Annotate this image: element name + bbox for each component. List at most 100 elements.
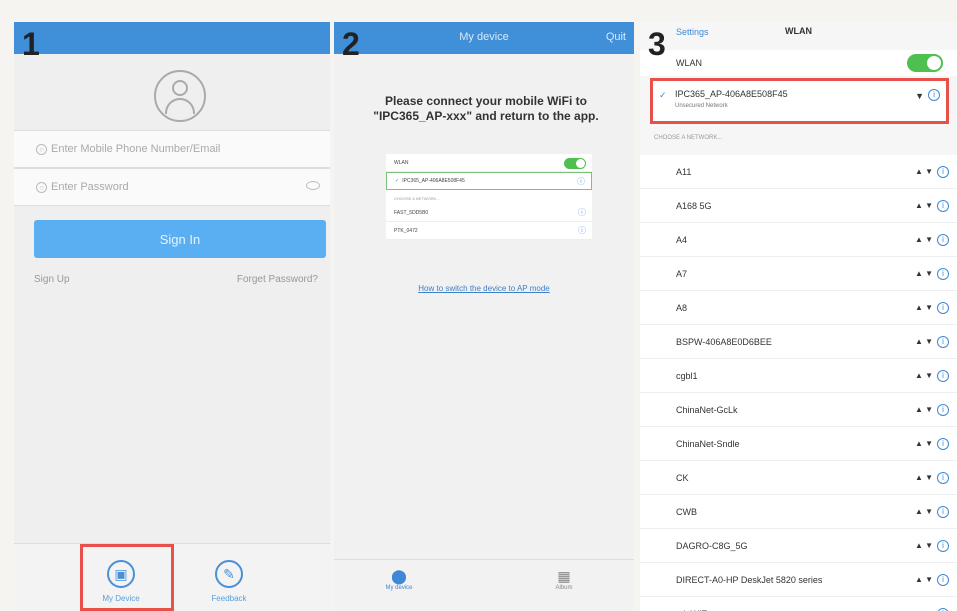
info-icon[interactable]: i: [937, 234, 949, 246]
step-2-number: 2: [342, 26, 360, 62]
network-row[interactable]: DIRECT-A0-HP DeskJet 5820 series ▲ ▼ i: [640, 563, 957, 597]
ap-mode-help-link[interactable]: How to switch the device to AP mode: [334, 284, 634, 293]
info-icon[interactable]: i: [937, 506, 949, 518]
network-row[interactable]: A4 ▲ ▼ i: [640, 223, 957, 257]
lock-wifi-signal-icon: ▲ ▼: [914, 507, 933, 516]
mini-network-name: FAST_5DD5B0: [394, 209, 429, 216]
tab-my-device[interactable]: ⬤ My device: [369, 568, 429, 591]
info-icon[interactable]: i: [937, 166, 949, 178]
network-name: A7: [676, 269, 688, 279]
network-name: DAGRO-C8G_5G: [676, 541, 748, 551]
network-row[interactable]: cgbl1 ▲ ▼ i: [640, 359, 957, 393]
tab-feedback[interactable]: ✎ Feedback: [184, 545, 274, 607]
mini-info-icon: ⓘ: [578, 226, 586, 235]
info-icon[interactable]: i: [937, 302, 949, 314]
network-row[interactable]: BSPW-406A8E0D6BEE ▲ ▼ i: [640, 325, 957, 359]
avatar-icon: [154, 70, 206, 122]
network-row[interactable]: CWB ▲ ▼ i: [640, 495, 957, 529]
mini-wlan-toggle: [564, 158, 586, 169]
network-row[interactable]: A168 5G ▲ ▼ i: [640, 189, 957, 223]
wlan-toggle[interactable]: [907, 54, 943, 72]
network-name: A168 5G: [676, 201, 712, 211]
network-name: CK: [676, 473, 689, 483]
network-list: A11 ▲ ▼ i A168 5G ▲ ▼ i A4 ▲ ▼ i A7 ▲ ▼ i A8 ▲ ▼ i BSPW…: [640, 155, 957, 611]
forgot-password-link[interactable]: Forget Password?: [237, 274, 318, 285]
check-icon: ✓: [659, 90, 667, 100]
lock-wifi-signal-icon: ▲ ▼: [915, 597, 933, 611]
phone-email-placeholder: Enter Mobile Phone Number/Email: [51, 143, 221, 155]
network-name: ChinaNet-GcLk: [676, 405, 738, 415]
login-links: Sign Up Forget Password?: [34, 274, 318, 285]
info-icon[interactable]: i: [937, 438, 949, 450]
wlan-nav-title: WLAN: [785, 26, 812, 36]
tab-album[interactable]: ▦ Album: [534, 568, 594, 591]
info-icon[interactable]: i: [937, 472, 949, 484]
mini-wlan-row: WLAN: [386, 154, 592, 172]
connect-nav-title: My device: [459, 31, 509, 43]
wifi-signal-icon: ▼: [915, 91, 924, 101]
lock-wifi-signal-icon: ▲ ▼: [914, 201, 933, 210]
mini-info-icon: ⓘ: [578, 208, 586, 217]
info-icon[interactable]: i: [937, 268, 949, 280]
login-header-bar: [14, 22, 330, 54]
tutorial-screenshot: ○ Enter Mobile Phone Number/Email ○ Ente…: [0, 0, 957, 611]
connect-instruction: Please connect your mobile WiFi to "IPC3…: [373, 94, 599, 123]
lock-icon: ○: [36, 181, 47, 193]
network-name: A4: [676, 235, 688, 245]
sign-up-link[interactable]: Sign Up: [34, 274, 70, 285]
network-row[interactable]: A11 ▲ ▼ i: [640, 155, 957, 189]
info-icon[interactable]: i: [937, 574, 949, 586]
lock-wifi-signal-icon: ▲ ▼: [914, 337, 933, 346]
password-placeholder: Enter Password: [51, 181, 129, 193]
album-icon: ▦: [557, 568, 571, 584]
network-row[interactable]: CK ▲ ▼ i: [640, 461, 957, 495]
phone-email-field[interactable]: ○ Enter Mobile Phone Number/Email: [14, 130, 330, 168]
info-icon[interactable]: i: [937, 404, 949, 416]
info-icon[interactable]: i: [937, 200, 949, 212]
network-row[interactable]: A8 ▲ ▼ i: [640, 291, 957, 325]
wlan-toggle-row: WLAN: [640, 50, 957, 76]
mini-choose-header: CHOOSE A NETWORK...: [394, 196, 440, 201]
network-row[interactable]: DAGRO-C8G_5G ▲ ▼ i: [640, 529, 957, 563]
network-row[interactable]: A7 ▲ ▼ i: [640, 257, 957, 291]
network-row[interactable]: cdoWIT▲ ▼i: [640, 597, 957, 611]
quit-button[interactable]: Quit: [606, 31, 626, 43]
pencil-icon: ✎: [215, 560, 243, 588]
connect-nav-bar: My device Quit: [334, 22, 634, 54]
mini-wlan-label: WLAN: [394, 159, 409, 166]
network-name: A11: [676, 167, 692, 177]
password-field[interactable]: ○ Enter Password: [14, 168, 330, 206]
wlan-settings-screen: Settings WLAN WLAN ✓ IPC365_AP-406A8E508…: [640, 22, 957, 611]
connected-network-name: IPC365_AP-406A8E508F45: [675, 89, 788, 99]
mini-network-name: PTK_0472: [394, 227, 418, 234]
lock-wifi-signal-icon: ▲ ▼: [914, 235, 933, 244]
connect-tab-bar: ⬤ My device ▦ Album: [334, 559, 634, 611]
connected-network[interactable]: ✓ IPC365_AP-406A8E508F45 Unsecured Netwo…: [650, 78, 949, 124]
location-pin-icon: ⬤: [391, 568, 407, 584]
network-row[interactable]: ChinaNet-GcLk ▲ ▼ i: [640, 393, 957, 427]
network-name: ChinaNet-Sndle: [676, 439, 740, 449]
lock-wifi-signal-icon: ▲ ▼: [914, 303, 933, 312]
mini-network-row: PTK_0472 ⓘ: [386, 222, 592, 240]
lock-wifi-signal-icon: ▲ ▼: [914, 167, 933, 176]
highlight-my-device: [80, 544, 174, 611]
tab-my-device-label: My device: [385, 585, 413, 591]
lock-wifi-signal-icon: ▲ ▼: [914, 439, 933, 448]
step-3-number: 3: [648, 26, 666, 62]
wlan-toggle-label: WLAN: [676, 58, 703, 68]
network-row[interactable]: ChinaNet-Sndle ▲ ▼ i: [640, 427, 957, 461]
mini-selected-network: ✓ IPC365_AP-406A8E508F45 ⓘ: [386, 172, 592, 190]
network-name: A8: [676, 303, 688, 313]
tab-album-label: Album: [555, 585, 573, 591]
sign-in-button[interactable]: Sign In: [34, 220, 326, 258]
lock-wifi-signal-icon: ▲ ▼: [914, 371, 933, 380]
step-1-number: 1: [22, 26, 40, 62]
network-name: BSPW-406A8E0D6BEE: [676, 337, 772, 347]
info-icon[interactable]: i: [928, 89, 940, 101]
info-icon[interactable]: i: [937, 370, 949, 382]
info-icon[interactable]: i: [937, 336, 949, 348]
lock-wifi-signal-icon: ▲ ▼: [914, 269, 933, 278]
info-icon[interactable]: i: [937, 540, 949, 552]
network-name: DIRECT-A0-HP DeskJet 5820 series: [676, 575, 823, 585]
show-password-icon[interactable]: [306, 181, 320, 190]
